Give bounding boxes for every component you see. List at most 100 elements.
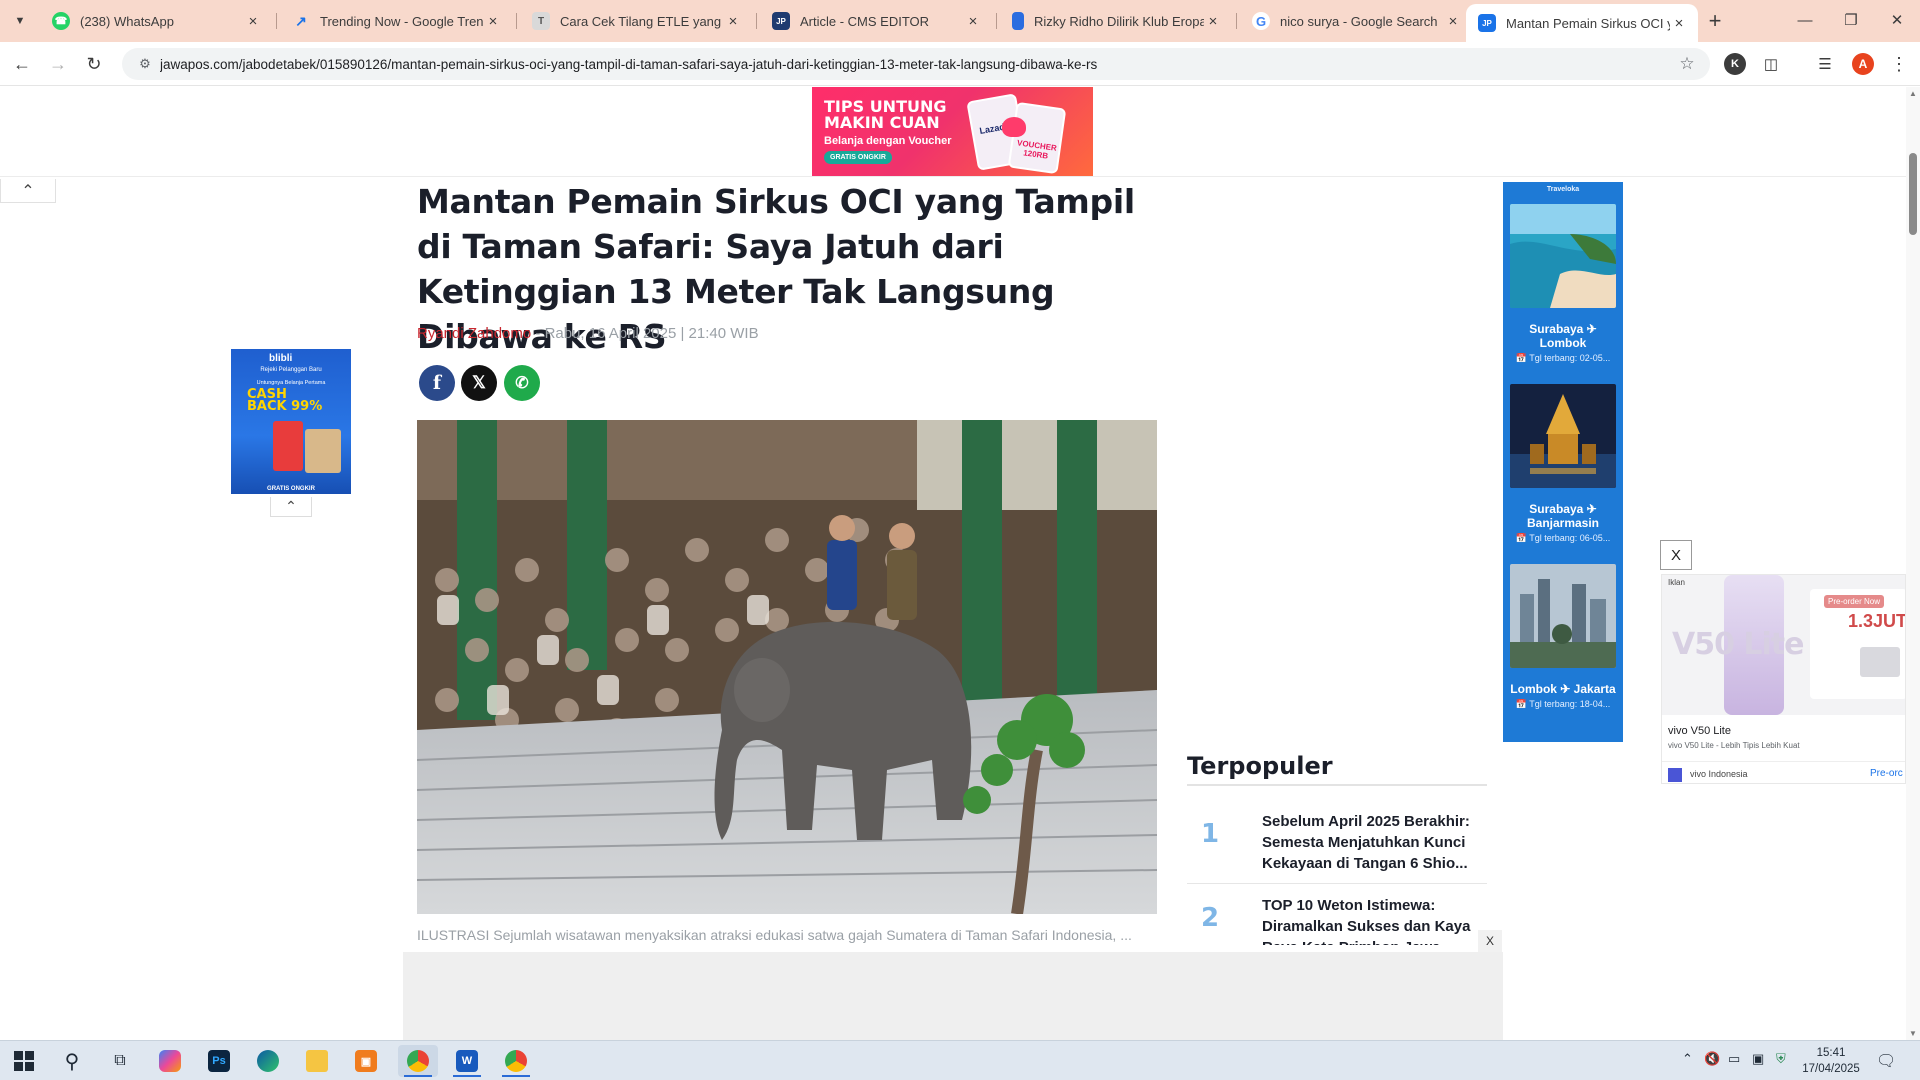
more-menu-icon[interactable]: ⋮ bbox=[1888, 53, 1910, 75]
popular-item[interactable]: 2 TOP 10 Weton Istimewa: Diramalkan Suks… bbox=[1187, 895, 1487, 945]
ad-cashback: CASH BACK 99% bbox=[247, 387, 323, 414]
site-info-icon[interactable]: ⚙ bbox=[130, 56, 160, 72]
screen-icon[interactable]: ▣ bbox=[1752, 1051, 1764, 1067]
flight-deal-card[interactable]: Surabaya ✈ Banjarmasin 📅 Tgl terbang: 06… bbox=[1510, 384, 1616, 544]
tab-google-search[interactable]: G nico surya - Google Search × bbox=[1240, 4, 1472, 38]
browser-toolbar: ← → ↻ ⚙ jawapos.com/jabodetabek/01589012… bbox=[0, 42, 1920, 86]
close-tab-icon[interactable]: × bbox=[244, 12, 262, 30]
task-view-button[interactable]: ⧉ bbox=[100, 1045, 140, 1077]
tab-whatsapp[interactable]: ☎ (238) WhatsApp × bbox=[40, 4, 272, 38]
profile-k-avatar[interactable]: K bbox=[1724, 53, 1746, 75]
tab-jawapos-article[interactable]: JP Mantan Pemain Sirkus OCI yang × bbox=[1466, 4, 1698, 42]
destination-photo bbox=[1510, 564, 1616, 668]
popular-divider bbox=[1187, 883, 1487, 884]
app-icon: ▣ bbox=[355, 1050, 377, 1072]
close-tab-icon[interactable]: × bbox=[1670, 14, 1688, 32]
security-icon[interactable]: ⛨ bbox=[1776, 1051, 1786, 1067]
tray-overflow-icon[interactable]: ⌃ bbox=[1682, 1051, 1693, 1067]
popular-headline[interactable]: Sebelum April 2025 Berakhir: Semesta Men… bbox=[1262, 811, 1477, 874]
speaker-muted-icon[interactable]: 🔇 bbox=[1704, 1051, 1720, 1067]
collapse-sticky-button[interactable]: ⌃ bbox=[0, 179, 56, 203]
popular-divider bbox=[1187, 784, 1487, 786]
system-clock[interactable]: 15:41 17/04/2025 bbox=[1796, 1045, 1866, 1077]
author-link[interactable]: Ryandi Zahdomo bbox=[417, 325, 531, 342]
close-tab-icon[interactable]: × bbox=[484, 12, 502, 30]
collapse-side-ad-button[interactable]: ⌃ bbox=[270, 497, 312, 517]
popular-rank: 2 bbox=[1201, 903, 1220, 933]
chevron-up-icon: ⌃ bbox=[285, 498, 297, 514]
clock-time: 15:41 bbox=[1816, 1047, 1846, 1059]
taskbar-file-explorer[interactable] bbox=[297, 1045, 337, 1077]
taskbar-edge[interactable] bbox=[248, 1045, 288, 1077]
ad-line: Rejeki Pelanggan Baru bbox=[260, 367, 322, 373]
heart-icon bbox=[1002, 117, 1026, 137]
ad-pill: GRATIS ONGKIR bbox=[824, 151, 892, 164]
minimize-button[interactable]: — bbox=[1782, 0, 1828, 40]
promo-product-image bbox=[1860, 647, 1900, 677]
close-tab-icon[interactable]: × bbox=[724, 12, 742, 30]
traveloka-side-ad[interactable]: Traveloka Surabaya ✈ Lombok 📅 Tgl terban… bbox=[1503, 182, 1623, 742]
blibli-side-ad[interactable]: blibli Rejeki Pelanggan Baru Untungnya B… bbox=[231, 349, 351, 494]
start-button[interactable] bbox=[4, 1045, 44, 1077]
restore-button[interactable]: ❐ bbox=[1828, 0, 1874, 40]
popular-headline[interactable]: TOP 10 Weton Istimewa: Diramalkan Sukses… bbox=[1262, 895, 1477, 945]
vivo-floating-ad[interactable]: V50 Lite Iklan Pre-order Now 1.3JUT vivo… bbox=[1661, 574, 1906, 784]
close-bottom-ad-button[interactable]: X bbox=[1478, 930, 1502, 952]
notification-icon[interactable]: 🗨 bbox=[1876, 1051, 1896, 1071]
share-facebook-button[interactable]: f bbox=[419, 365, 455, 401]
arrow-right-icon: → bbox=[49, 53, 67, 74]
search-button[interactable]: ⚲ bbox=[52, 1045, 92, 1077]
flight-date: 📅 Tgl terbang: 18-04... bbox=[1515, 699, 1611, 709]
page-scrollbar[interactable]: ▲ ▼ bbox=[1906, 87, 1920, 1040]
taskbar-chrome[interactable] bbox=[398, 1045, 438, 1077]
bottom-sticky-ad[interactable] bbox=[403, 952, 1503, 1040]
address-bar[interactable]: ⚙ jawapos.com/jabodetabek/015890126/mant… bbox=[122, 48, 1710, 80]
scroll-up-icon[interactable]: ▲ bbox=[1906, 89, 1920, 98]
close-window-button[interactable]: ✕ bbox=[1874, 0, 1920, 40]
night-city-photo bbox=[1510, 384, 1616, 488]
tab-cek-tilang[interactable]: T Cara Cek Tilang ETLE yang Mud × bbox=[520, 4, 752, 38]
url-text[interactable]: jawapos.com/jabodetabek/015890126/mantan… bbox=[160, 57, 1672, 72]
ad-brand: blibli bbox=[269, 353, 293, 364]
scroll-down-icon[interactable]: ▼ bbox=[1906, 1029, 1920, 1038]
close-tab-icon[interactable]: × bbox=[964, 12, 982, 30]
media-control-icon[interactable]: ☰ bbox=[1814, 53, 1836, 75]
ad-ongkir: GRATIS ONGKIR bbox=[267, 486, 315, 492]
taskbar-photoshop[interactable]: Ps bbox=[199, 1045, 239, 1077]
tab-separator bbox=[996, 13, 997, 29]
taskbar-copilot[interactable] bbox=[150, 1045, 190, 1077]
share-whatsapp-button[interactable]: ✆ bbox=[504, 365, 540, 401]
share-x-button[interactable]: 𝕏 bbox=[461, 365, 497, 401]
reload-button[interactable]: ↻ bbox=[80, 50, 108, 78]
elephant-show-photo bbox=[417, 420, 1157, 914]
close-tab-icon[interactable]: × bbox=[1204, 12, 1222, 30]
flight-deal-card[interactable]: Lombok ✈ Jakarta 📅 Tgl terbang: 18-04... bbox=[1510, 564, 1616, 710]
flight-route: Lombok ✈ Jakarta bbox=[1510, 682, 1616, 696]
minimize-icon: — bbox=[1797, 11, 1813, 29]
popular-item[interactable]: 1 Sebelum April 2025 Berakhir: Semesta M… bbox=[1187, 811, 1487, 875]
tab-rizky-ridho[interactable]: Rizky Ridho Dilirik Klub Eropa, I × bbox=[1000, 4, 1232, 38]
close-tab-icon[interactable]: × bbox=[1444, 12, 1462, 30]
flight-deal-card[interactable]: Surabaya ✈ Lombok 📅 Tgl terbang: 02-05..… bbox=[1510, 204, 1616, 364]
taskbar-chrome-profile[interactable] bbox=[496, 1045, 536, 1077]
x-icon: 𝕏 bbox=[472, 373, 486, 392]
network-icon[interactable]: ▭ bbox=[1728, 1051, 1740, 1067]
extensions-icon[interactable]: ◫ bbox=[1760, 53, 1782, 75]
restore-icon: ❐ bbox=[1844, 12, 1858, 29]
tab-google-trends[interactable]: ↗ Trending Now - Google Trends × bbox=[280, 4, 512, 38]
close-ad-button[interactable]: X bbox=[1660, 540, 1692, 570]
scrollbar-thumb[interactable] bbox=[1909, 153, 1917, 235]
forward-button[interactable]: → bbox=[44, 50, 72, 78]
profile-a-avatar[interactable]: A bbox=[1852, 53, 1874, 75]
back-button[interactable]: ← bbox=[8, 50, 36, 78]
taskbar-word[interactable]: W bbox=[447, 1045, 487, 1077]
new-tab-button[interactable]: + bbox=[1703, 8, 1727, 33]
promo-value: 1.3JUT bbox=[1848, 611, 1906, 631]
ad-cta-link[interactable]: Pre-orc bbox=[1870, 768, 1903, 779]
flight-date: 📅 Tgl terbang: 06-05... bbox=[1515, 533, 1611, 543]
taskbar-orange-app[interactable]: ▣ bbox=[346, 1045, 386, 1077]
tab-search-button[interactable]: ▼ bbox=[6, 8, 34, 34]
bookmark-star-icon[interactable]: ☆ bbox=[1672, 54, 1702, 74]
lazada-banner-ad[interactable]: TIPS UNTUNG MAKIN CUAN Belanja dengan Vo… bbox=[812, 87, 1093, 176]
tab-cms-editor[interactable]: JP Article - CMS EDITOR × bbox=[760, 4, 992, 38]
